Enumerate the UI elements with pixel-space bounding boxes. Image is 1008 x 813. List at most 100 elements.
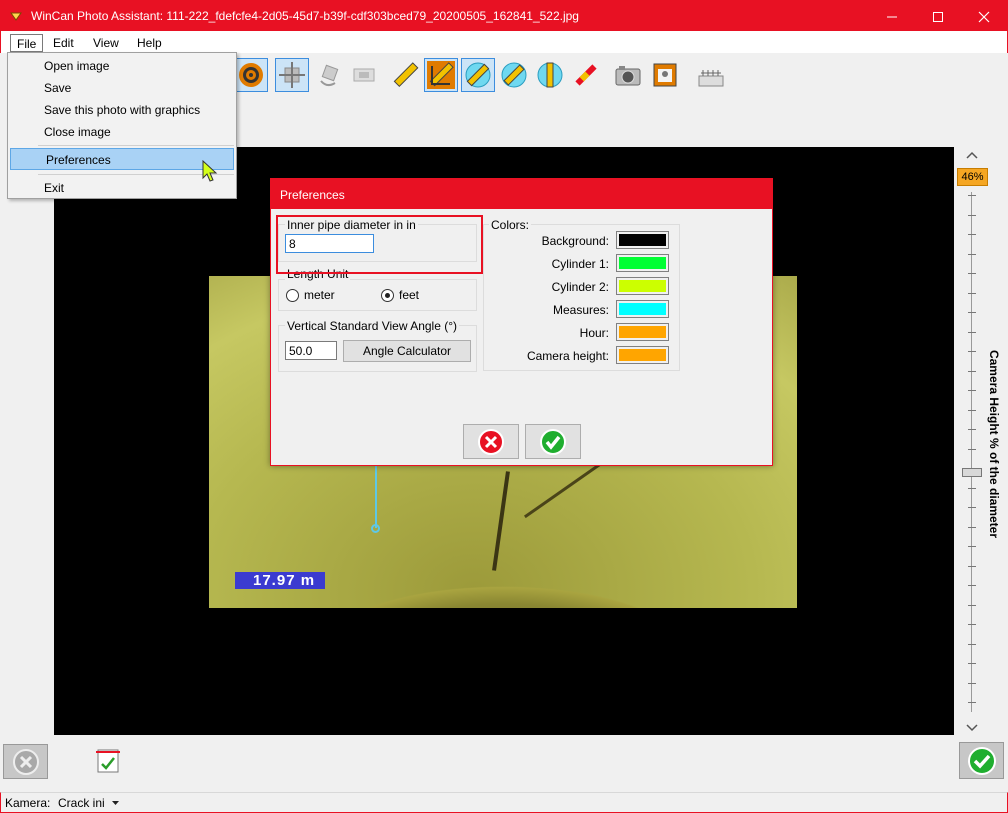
angle-label: Vertical Standard View Angle (°) [285,319,460,333]
slider-tick [968,312,976,313]
dialog-cancel-button[interactable] [463,424,519,459]
slider-tick [968,273,976,274]
move-tool-button[interactable] [275,58,309,92]
menu-close-image[interactable]: Close image [9,121,235,143]
ok-button[interactable] [959,742,1004,779]
circle-ruler-icon [465,62,491,88]
slider-tick [968,195,976,196]
slider-tick [968,234,976,235]
cylinder-tool-button[interactable] [234,58,268,92]
radius-tool-button[interactable] [497,58,531,92]
slider-tick [968,682,976,684]
angle-input[interactable] [285,341,337,360]
slider-tick [968,253,976,255]
resize-tool-button[interactable] [347,58,381,92]
swatch-fill [619,326,666,338]
measure-handle[interactable] [371,524,380,533]
close-window-button[interactable] [961,1,1007,32]
camera-select[interactable]: Crack ini [58,796,105,810]
slider-track[interactable] [971,192,972,712]
app-icon [10,12,22,21]
camera-button[interactable] [611,58,645,92]
slider-tick [968,370,976,372]
menu-save-with-graphics[interactable]: Save this photo with graphics [9,99,235,121]
slider-tick [968,409,976,411]
dropdown-arrow-icon[interactable] [112,801,119,806]
target-icon [239,63,263,87]
marker-tool-button[interactable] [569,58,603,92]
chevron-up-icon [966,151,978,159]
bottom-bar [0,736,1008,792]
report-button[interactable] [648,58,682,92]
feet-label: feet [399,288,420,302]
maximize-button[interactable] [915,1,961,32]
menu-edit[interactable]: Edit [47,34,80,52]
cancel-button[interactable] [3,744,48,779]
color-label-background: Background: [541,234,609,248]
camera-icon [615,66,641,86]
ruler-tool-button[interactable] [388,58,422,92]
close-icon [978,11,990,22]
camera-label: Kamera: [5,796,51,810]
fit-width-icon [96,749,120,773]
swatch-camera-height[interactable] [616,346,669,364]
dialog-title: Preferences [271,179,772,209]
slider-thumb[interactable] [962,468,982,477]
slider-tick [968,643,976,645]
camera-height-slider[interactable]: 46% Camera Height % of the diameter [956,147,1008,735]
angle-calculator-button[interactable]: Angle Calculator [343,340,471,362]
swatch-cylinder2[interactable] [616,277,669,295]
dialog-ok-button[interactable] [525,424,581,459]
color-label-hour: Hour: [579,326,609,340]
diameter-tool-button[interactable] [461,58,495,92]
rotate-tool-button[interactable] [312,58,346,92]
slider-tick [968,487,976,489]
swatch-fill [619,303,666,315]
minimize-button[interactable] [869,1,915,32]
menu-preferences[interactable]: Preferences [10,148,234,170]
swatch-background[interactable] [616,231,669,249]
menu-view[interactable]: View [87,34,125,52]
scale-button[interactable] [693,58,727,92]
slider-tick [968,604,976,606]
slider-tick [968,429,976,430]
slider-tick [968,624,976,625]
swatch-fill [619,349,666,361]
fit-width-button[interactable] [92,744,124,776]
menu-open-image[interactable]: Open image [9,55,235,77]
status-bar: Kamera: Crack ini [0,792,1008,813]
chevron-down-icon [966,724,978,732]
highlight-annotation [276,215,483,274]
slider-tick [968,526,976,528]
close-icon [12,748,39,775]
radio-meter[interactable] [286,289,299,302]
slider-tick [968,468,976,469]
swatch-cylinder1[interactable] [616,254,669,272]
vertical-measure-button[interactable] [533,58,567,92]
menu-help[interactable]: Help [131,34,168,52]
vertical-ruler-icon [537,62,563,88]
menu-separator [38,145,234,146]
slider-tick [968,546,976,547]
swatch-hour[interactable] [616,323,669,341]
colors-label: Colors: [489,218,532,232]
move-icon [279,62,305,88]
swatch-measures[interactable] [616,300,669,318]
menu-bar: File Edit View Help [0,31,1008,53]
slider-tick [968,331,976,333]
radio-feet[interactable] [381,289,394,302]
percent-badge: 46% [957,168,988,186]
window-title: WinCan Photo Assistant: 111-222_fdefcfe4… [31,9,579,23]
meter-label: meter [304,288,335,302]
pencil-icon [575,64,597,86]
swatch-fill [619,234,666,246]
rotate-icon [320,64,339,87]
angle-ruler-button[interactable] [424,58,458,92]
menu-save[interactable]: Save [9,77,235,99]
title-bar: WinCan Photo Assistant: 111-222_fdefcfe4… [0,0,1008,31]
slider-tick [968,585,976,586]
swatch-fill [619,257,666,269]
menu-file[interactable]: File [10,34,44,52]
slider-tick [968,663,976,664]
report-icon [653,63,677,87]
